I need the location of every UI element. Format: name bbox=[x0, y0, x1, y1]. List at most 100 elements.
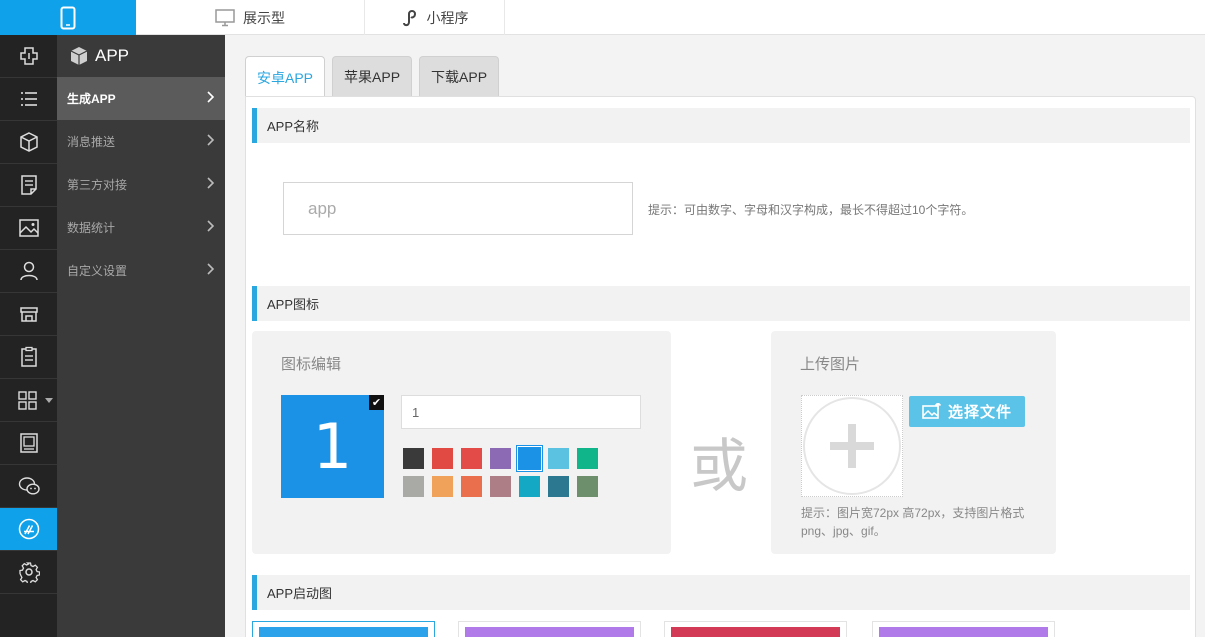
launch-image-preview bbox=[465, 627, 634, 637]
color-swatch[interactable] bbox=[461, 476, 482, 497]
plus-icon bbox=[830, 424, 874, 468]
color-swatch[interactable] bbox=[519, 476, 540, 497]
upload-hint: 提示：图片宽72px 高72px，支持图片格式png、jpg、gif。 bbox=[801, 506, 1025, 538]
photo-frame-icon bbox=[19, 433, 38, 453]
upload-title: 上传图片 bbox=[800, 356, 861, 373]
iconbar-item-plugin[interactable] bbox=[0, 35, 57, 78]
iconbar-item-photo-frame[interactable] bbox=[0, 422, 57, 465]
icon-edit-card: 图标编辑 1 ✔ bbox=[252, 331, 671, 554]
tab-ios-app[interactable]: 苹果APP bbox=[332, 56, 413, 97]
cube-icon bbox=[19, 132, 38, 152]
tab-mini-program-label: 小程序 bbox=[426, 9, 469, 26]
choose-file-button[interactable]: 选择文件 bbox=[909, 396, 1025, 427]
iconbar-item-document[interactable] bbox=[0, 164, 57, 207]
app-name-hint: 提示：可由数字、字母和汉字构成，最长不得超过10个字符。 bbox=[648, 203, 974, 217]
check-icon[interactable]: ✔ bbox=[369, 395, 384, 410]
color-swatch[interactable] bbox=[461, 448, 482, 469]
tab-android-app[interactable]: 安卓APP bbox=[245, 56, 326, 98]
iconbar-item-grid[interactable] bbox=[0, 379, 57, 422]
launch-image-preview bbox=[879, 627, 1048, 637]
gear-icon bbox=[18, 562, 40, 583]
launch-image-option[interactable] bbox=[458, 621, 641, 637]
monitor-icon bbox=[215, 8, 235, 26]
image-icon bbox=[18, 219, 39, 237]
submenu-item-third-party[interactable]: 第三方对接 bbox=[57, 163, 225, 206]
or-separator: 或 bbox=[690, 432, 749, 500]
icon-preview-text: 1 bbox=[312, 410, 353, 483]
color-swatch[interactable] bbox=[577, 476, 598, 497]
miniprogram-icon bbox=[402, 9, 416, 26]
box-icon bbox=[70, 47, 88, 65]
tab-display-type-label: 展示型 bbox=[243, 9, 285, 26]
phone-mode-button[interactable] bbox=[0, 0, 136, 35]
submenu-item-label: 第三方对接 bbox=[67, 178, 128, 192]
platform-tabs: 安卓APP 苹果APP 下载APP bbox=[245, 56, 500, 98]
grid-icon bbox=[17, 391, 37, 410]
iconbar-item-store[interactable] bbox=[0, 293, 57, 336]
phone-icon bbox=[60, 6, 76, 29]
clipboard-icon bbox=[20, 346, 37, 367]
color-swatch[interactable] bbox=[577, 448, 598, 469]
icon-sidebar bbox=[0, 35, 57, 637]
icon-preview: 1 ✔ bbox=[281, 395, 384, 498]
color-swatch[interactable] bbox=[517, 446, 542, 471]
upload-image-icon bbox=[922, 403, 942, 419]
icon-text-input[interactable] bbox=[401, 395, 641, 429]
icon-edit-title: 图标编辑 bbox=[281, 356, 342, 373]
main-content: 安卓APP 苹果APP 下载APP APP名称 提示：可由数字、字母和汉字构成，… bbox=[225, 35, 1205, 637]
upload-circle bbox=[803, 397, 901, 495]
app-store-icon bbox=[18, 518, 39, 540]
submenu-title: APP bbox=[95, 46, 130, 65]
submenu-header: APP bbox=[57, 35, 225, 77]
iconbar-item-app[interactable] bbox=[0, 508, 57, 551]
iconbar-item-list[interactable] bbox=[0, 78, 57, 121]
submenu-item-label: 消息推送 bbox=[67, 135, 116, 149]
store-icon bbox=[19, 307, 38, 322]
sub-menu: APP 生成APP 消息推送 第三方对接 数据统计 自定义设置 bbox=[57, 35, 225, 637]
chevron-right-icon bbox=[207, 134, 215, 146]
iconbar-item-clipboard[interactable] bbox=[0, 336, 57, 379]
submenu-item-statistics[interactable]: 数据统计 bbox=[57, 206, 225, 249]
tab-display-type[interactable]: 展示型 bbox=[136, 0, 365, 35]
choose-file-label: 选择文件 bbox=[947, 404, 1012, 421]
color-swatch[interactable] bbox=[432, 448, 453, 469]
submenu-item-push[interactable]: 消息推送 bbox=[57, 120, 225, 163]
tab-download-app[interactable]: 下载APP bbox=[419, 56, 500, 97]
launch-image-option[interactable] bbox=[664, 621, 847, 637]
document-icon bbox=[20, 175, 37, 195]
launch-image-preview bbox=[671, 627, 840, 637]
upload-card: 上传图片 选择文件 提示：图片宽72px 高72px，支持图片格式png、jpg… bbox=[771, 331, 1056, 554]
color-swatch[interactable] bbox=[548, 476, 569, 497]
iconbar-item-image[interactable] bbox=[0, 207, 57, 250]
section-app-name: APP名称 bbox=[252, 108, 1190, 143]
color-palette bbox=[403, 446, 598, 497]
chevron-right-icon bbox=[207, 91, 215, 103]
color-swatch[interactable] bbox=[490, 476, 511, 497]
iconbar-item-settings[interactable] bbox=[0, 551, 57, 594]
launch-image-option[interactable] bbox=[872, 621, 1055, 637]
color-swatch[interactable] bbox=[403, 448, 424, 469]
app-name-input[interactable] bbox=[283, 182, 633, 235]
caret-down-icon bbox=[45, 398, 53, 403]
section-launch-image: APP启动图 bbox=[252, 575, 1190, 610]
submenu-item-label: 自定义设置 bbox=[67, 264, 128, 278]
color-swatch[interactable] bbox=[432, 476, 453, 497]
top-bar: 展示型 小程序 bbox=[0, 0, 1205, 35]
color-swatch[interactable] bbox=[403, 476, 424, 497]
submenu-item-label: 数据统计 bbox=[67, 221, 116, 235]
color-swatch[interactable] bbox=[490, 448, 511, 469]
iconbar-item-wechat[interactable] bbox=[0, 465, 57, 508]
submenu-item-label: 生成APP bbox=[67, 92, 116, 106]
submenu-item-custom-settings[interactable]: 自定义设置 bbox=[57, 249, 225, 292]
iconbar-item-user[interactable] bbox=[0, 250, 57, 293]
color-swatch[interactable] bbox=[548, 448, 569, 469]
list-icon bbox=[20, 92, 37, 106]
launch-image-option[interactable] bbox=[252, 621, 435, 637]
submenu-item-generate-app[interactable]: 生成APP bbox=[57, 77, 225, 120]
iconbar-item-cube[interactable] bbox=[0, 121, 57, 164]
upload-dropzone[interactable] bbox=[801, 395, 903, 497]
section-app-icon: APP图标 bbox=[252, 286, 1190, 321]
chevron-right-icon bbox=[207, 263, 215, 275]
tab-mini-program[interactable]: 小程序 bbox=[365, 0, 505, 35]
chevron-right-icon bbox=[207, 177, 215, 189]
